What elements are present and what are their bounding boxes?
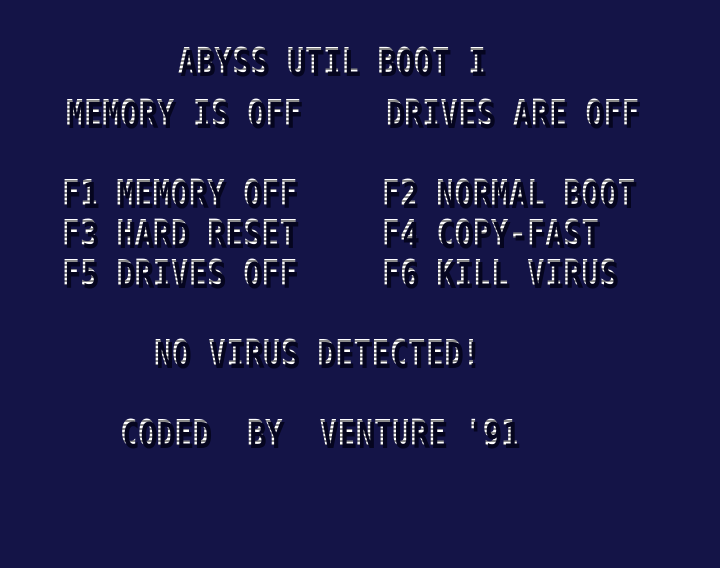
page-title: ABYSS UTIL BOOT I <box>178 41 487 82</box>
menu-item-f4-copy-fast[interactable]: F4 COPY-FAST <box>382 214 600 254</box>
virus-status-message: NO VIRUS DETECTED! <box>154 333 481 374</box>
menu-item-f5-drives-off[interactable]: F5 DRIVES OFF <box>62 254 298 294</box>
menu-item-f6-kill-virus[interactable]: F6 KILL VIRUS <box>382 254 618 294</box>
credits-footer: CODED BY VENTURE '91 <box>120 413 520 454</box>
menu-item-f2-normal-boot[interactable]: F2 NORMAL BOOT <box>382 174 636 214</box>
menu-item-f3-hard-reset[interactable]: F3 HARD RESET <box>62 214 298 254</box>
boot-screen: ABYSS UTIL BOOT I MEMORY IS OFF DRIVES A… <box>0 0 720 568</box>
drives-status: DRIVES ARE OFF <box>386 93 640 134</box>
menu-item-f1-memory-off[interactable]: F1 MEMORY OFF <box>62 174 298 214</box>
memory-status: MEMORY IS OFF <box>66 93 302 134</box>
